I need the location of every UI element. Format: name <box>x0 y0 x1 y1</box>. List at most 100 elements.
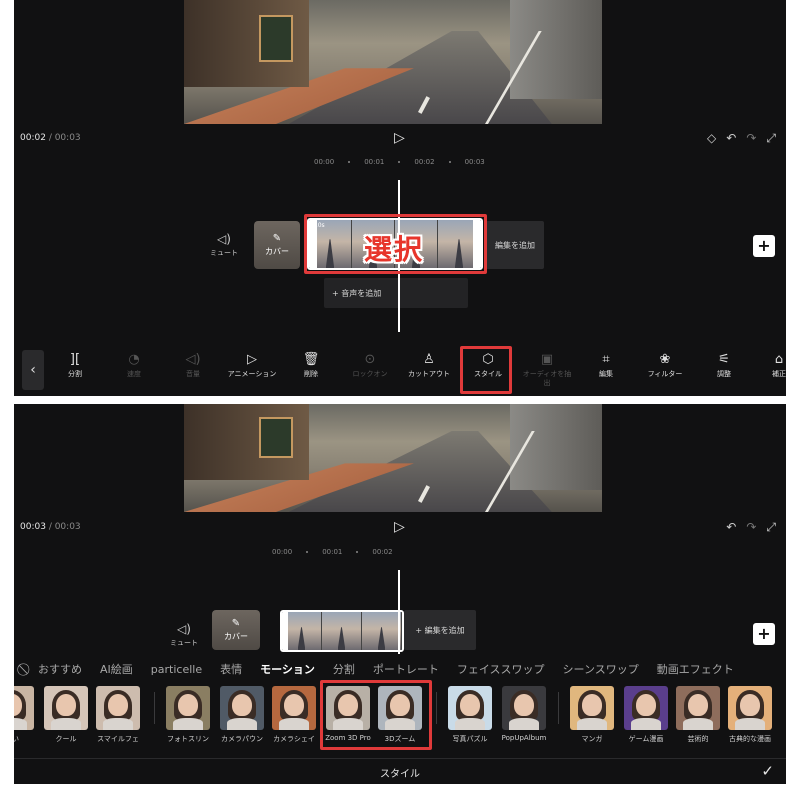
sliders-icon: ⚟ <box>718 352 730 367</box>
style-thumbnail-label: カメラシェイ <box>273 735 315 743</box>
add-edit-button[interactable]: 編集を追加 <box>486 221 544 269</box>
mute-button[interactable]: ◁) ミュート <box>210 232 238 258</box>
add-audio-button[interactable]: + 音声を追加 <box>324 278 468 308</box>
trash-icon: 🗑 <box>302 352 320 367</box>
undo-icon[interactable]: ↶ <box>726 520 736 535</box>
style-thumbnail[interactable] <box>624 686 668 730</box>
playhead[interactable] <box>398 570 400 654</box>
add-audio-label: + 音声を追加 <box>332 288 382 298</box>
style-thumbnail-strip: 笑い クール スマイルフェ フォトスリン カメラパウン カメラシェイ Zoom 3D Pro… <box>14 686 786 748</box>
tool-label: アニメーション <box>227 370 277 378</box>
tool-cutout[interactable]: ♙ カットアウト <box>404 352 454 379</box>
style-thumbnail[interactable] <box>378 686 422 730</box>
play-button[interactable]: ▷ <box>394 131 405 145</box>
style-thumbnail[interactable] <box>220 686 264 730</box>
style-thumbnail[interactable] <box>166 686 210 730</box>
style-thumbnail[interactable] <box>448 686 492 730</box>
cube-icon: ⬡ <box>482 352 494 367</box>
split-icon: ][ <box>69 352 81 367</box>
tab-video-effects[interactable]: 動画エフェクト <box>657 661 734 677</box>
play-button[interactable]: ▷ <box>394 520 405 534</box>
confirm-check-icon[interactable]: ✓ <box>761 762 774 780</box>
tool-style[interactable]: ⬡ スタイル <box>463 352 513 379</box>
tool-label: オーディオを抽出 <box>522 370 572 387</box>
tool-extract-audio[interactable]: ▣ オーディオを抽出 <box>522 352 572 388</box>
tab-recommended[interactable]: おすすめ <box>38 661 82 677</box>
tool-retouch[interactable]: ⌂ 補正 <box>754 352 786 379</box>
tool-delete[interactable]: 🗑 削除 <box>286 352 336 379</box>
tab-split[interactable]: 分割 <box>333 661 355 677</box>
style-thumbnail[interactable] <box>502 686 546 730</box>
back-button[interactable]: ‹ <box>22 350 44 390</box>
tool-label: 分割 <box>68 370 82 378</box>
style-thumbnail[interactable] <box>570 686 614 730</box>
current-time: 00:02 <box>20 133 46 143</box>
tool-lock-on[interactable]: ⊙ ロックオン <box>345 352 395 379</box>
add-media-button[interactable]: + <box>753 623 775 645</box>
style-thumbnail[interactable] <box>96 686 140 730</box>
fullscreen-icon[interactable]: ⤢ <box>766 520 776 535</box>
video-preview <box>184 0 602 124</box>
fullscreen-icon[interactable]: ⤢ <box>766 131 776 146</box>
style-thumbnail-label: クール <box>55 735 77 743</box>
selection-annotation: 選択 <box>364 233 425 266</box>
tab-motion[interactable]: モーション <box>260 661 315 677</box>
total-time: / 00:03 <box>48 133 81 143</box>
tab-scene-swap[interactable]: シーンスワップ <box>563 661 639 677</box>
tool-split[interactable]: ][ 分割 <box>50 352 100 379</box>
tab-face-swap[interactable]: フェイススワップ <box>457 661 545 677</box>
ruler-tick: 00:02 <box>372 548 393 556</box>
ruler-tick: 00:03 <box>464 158 485 166</box>
redo-icon[interactable]: ↷ <box>746 131 756 146</box>
preview-tools: ◇ ↶ ↷ ⤢ <box>707 131 776 146</box>
style-thumbnail[interactable] <box>326 686 370 730</box>
add-media-button[interactable]: + <box>753 235 775 257</box>
ruler-tick: 00:00 <box>272 548 293 556</box>
tab-particelle[interactable]: particelle <box>151 663 202 676</box>
crop-icon: ⌗ <box>602 352 610 367</box>
video-clip[interactable] <box>280 610 404 652</box>
style-thumbnail[interactable] <box>272 686 316 730</box>
mute-button[interactable]: ◁) ミュート <box>170 622 198 648</box>
group-divider <box>436 692 437 724</box>
tab-expression[interactable]: 表情 <box>220 661 242 677</box>
style-thumbnail-label: 写真パズル <box>452 735 488 743</box>
volume-icon: ◁) <box>185 352 201 367</box>
style-thumbnail[interactable] <box>728 686 772 730</box>
top-editor-panel: 00:02 / 00:03 ▷ ◇ ↶ ↷ ⤢ 00:00 00:01 00:0… <box>14 0 786 396</box>
tab-portrait[interactable]: ポートレート <box>373 661 439 677</box>
tool-adjust[interactable]: ⚟ 調整 <box>699 352 749 379</box>
timeline-ruler: 00:00 00:01 00:02 <box>272 548 393 556</box>
tool-edit[interactable]: ⌗ 編集 <box>581 352 631 379</box>
clip-trim-left[interactable] <box>282 612 288 650</box>
tool-speed[interactable]: ◔ 速度 <box>109 352 159 379</box>
tool-volume[interactable]: ◁) 音量 <box>168 352 218 379</box>
style-thumbnail-label: 芸術的 <box>687 735 709 743</box>
style-thumbnail-label: ゲーム漫画 <box>628 735 664 743</box>
redo-icon[interactable]: ↷ <box>746 520 756 535</box>
clip-trim-right[interactable] <box>473 220 481 268</box>
timecode: 00:02 / 00:03 <box>20 133 81 143</box>
style-thumbnail[interactable] <box>14 686 34 730</box>
pencil-icon: ✎ <box>272 233 282 244</box>
cover-button[interactable]: ✎ カバー <box>212 610 260 650</box>
speaker-icon: ◁) <box>217 232 231 246</box>
total-time: / 00:03 <box>48 522 81 532</box>
tool-animation[interactable]: ▷ アニメーション <box>227 352 277 379</box>
ruler-tick: 00:00 <box>314 158 335 166</box>
tool-label: 補正 <box>772 370 786 378</box>
tool-filter[interactable]: ❀ フィルター <box>640 352 690 379</box>
undo-icon[interactable]: ↶ <box>726 131 736 146</box>
group-divider <box>154 692 155 724</box>
target-icon: ⊙ <box>364 352 376 367</box>
style-thumbnail-label: 笑い <box>14 735 19 743</box>
cover-button[interactable]: ✎ カバー <box>254 221 300 269</box>
clip-trim-left[interactable] <box>309 220 317 268</box>
tool-label: ロックオン <box>352 370 388 378</box>
tab-ai-painting[interactable]: AI絵画 <box>100 661 133 677</box>
keyframe-icon[interactable]: ◇ <box>707 131 716 146</box>
style-thumbnail[interactable] <box>676 686 720 730</box>
add-edit-button[interactable]: + 編集を追加 <box>404 610 476 650</box>
tool-label: 調整 <box>717 370 731 378</box>
style-thumbnail[interactable] <box>44 686 88 730</box>
